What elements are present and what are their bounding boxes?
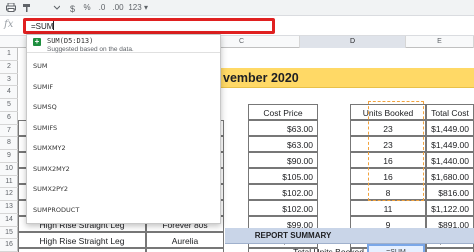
row-header-8[interactable]: 8 bbox=[0, 137, 18, 150]
chevron-down-icon[interactable]: ▾ bbox=[142, 1, 150, 14]
cell-name[interactable]: High Rise Straight Leg bbox=[18, 232, 146, 248]
print-icon[interactable] bbox=[4, 1, 18, 14]
suggestion-note: Suggested based on the data. bbox=[47, 46, 134, 53]
increase-decimal-button[interactable]: .00 bbox=[110, 1, 126, 14]
report-summary-title: REPORT SUMMARY bbox=[254, 231, 332, 240]
cell-total[interactable]: $840.00 bbox=[426, 248, 474, 252]
cell-cost[interactable]: $102.00 bbox=[248, 184, 318, 200]
toolbar: $ % .0 .00 123 ▾ bbox=[0, 0, 474, 16]
row-header-3[interactable]: 3 bbox=[0, 74, 18, 87]
row-header-14[interactable]: 14 bbox=[0, 214, 18, 227]
cell-cost[interactable]: $90.00 bbox=[248, 152, 318, 168]
row-headers: 1 2 3 4 5 6 7 8 9 10 11 12 13 14 15 16 bbox=[0, 48, 18, 252]
cell-total[interactable]: $1,449.00 bbox=[426, 120, 474, 136]
sheet-title: vember 2020 bbox=[223, 71, 299, 85]
row-header-6[interactable]: 6 bbox=[0, 112, 18, 125]
suggested-formula-option[interactable]: + SUM(D5:D13) Suggested based on the dat… bbox=[27, 35, 220, 53]
svg-text:$: $ bbox=[70, 4, 75, 13]
column-header-e[interactable]: E bbox=[406, 36, 474, 48]
row-header-13[interactable]: 13 bbox=[0, 201, 18, 214]
formula-bar: fx =SUM bbox=[0, 16, 474, 36]
function-option-sumx2my2[interactable]: SUMX2MY2 bbox=[33, 165, 70, 173]
zoom-dropdown[interactable] bbox=[36, 1, 64, 14]
formula-suggestion-dropdown: + SUM(D5:D13) Suggested based on the dat… bbox=[26, 34, 221, 224]
function-option-sumsq[interactable]: SUMSQ bbox=[33, 103, 57, 111]
formula-input[interactable]: =SUM bbox=[23, 18, 275, 34]
total-units-cell[interactable]: =SUM bbox=[367, 244, 425, 252]
percent-format-button[interactable]: % bbox=[82, 1, 92, 14]
currency-format-button[interactable]: $ bbox=[68, 1, 78, 14]
suggested-formula: SUM(D5:D13) bbox=[47, 37, 94, 45]
title-band: vember 2020 bbox=[209, 68, 474, 88]
decrease-decimal-button[interactable]: .0 bbox=[96, 1, 108, 14]
total-units-label: Total Units Booked bbox=[293, 247, 364, 252]
function-option-sumif[interactable]: SUMIF bbox=[33, 83, 53, 91]
fx-icon: fx bbox=[4, 19, 14, 30]
row-header-5[interactable]: 5 bbox=[0, 99, 18, 112]
cell-total[interactable]: $1,680.00 bbox=[426, 168, 474, 184]
cell-cost[interactable]: $102.00 bbox=[248, 200, 318, 216]
row-header-1[interactable]: 1 bbox=[0, 48, 18, 61]
cell-color[interactable]: Arabella bbox=[146, 248, 224, 252]
suggestion-plus-icon: + bbox=[33, 37, 41, 46]
row-header-9[interactable]: 9 bbox=[0, 150, 18, 163]
row-header-7[interactable]: 7 bbox=[0, 125, 18, 138]
function-option-sumifs[interactable]: SUMIFS bbox=[33, 124, 57, 132]
suggested-range-highlight bbox=[368, 101, 424, 201]
function-option-sum[interactable]: SUM bbox=[33, 62, 48, 70]
row-header-12[interactable]: 12 bbox=[0, 188, 18, 201]
function-option-sumxmy2[interactable]: SUMXMY2 bbox=[33, 144, 66, 152]
row-header-16[interactable]: 16 bbox=[0, 239, 18, 252]
number-format-button[interactable]: 123 bbox=[128, 1, 142, 14]
column-header-d[interactable]: D bbox=[300, 36, 406, 48]
cell-name[interactable]: High Rise Flare bbox=[18, 248, 146, 252]
cell-cost[interactable]: $63.00 bbox=[248, 136, 318, 152]
header-cost-price[interactable]: Cost Price bbox=[248, 104, 318, 120]
cell-cost[interactable]: $63.00 bbox=[248, 120, 318, 136]
row-header-2[interactable]: 2 bbox=[0, 61, 18, 74]
cell-units[interactable]: 11 bbox=[350, 200, 426, 216]
row-header-15[interactable]: 15 bbox=[0, 227, 18, 240]
cell-total[interactable]: $1,122.00 bbox=[426, 200, 474, 216]
function-option-sumproduct[interactable]: SUMPRODUCT bbox=[33, 206, 79, 214]
text-caret bbox=[53, 21, 55, 30]
cell-total[interactable]: $1,449.00 bbox=[426, 136, 474, 152]
row-header-4[interactable]: 4 bbox=[0, 86, 18, 99]
header-total-cost[interactable]: Total Cost bbox=[426, 104, 474, 120]
cell-total[interactable]: $1,440.00 bbox=[426, 152, 474, 168]
row-header-10[interactable]: 10 bbox=[0, 163, 18, 176]
paint-format-icon[interactable] bbox=[20, 1, 34, 14]
cell-color[interactable]: Aurelia bbox=[146, 232, 224, 248]
formula-text: =SUM bbox=[31, 22, 54, 31]
cell-cost[interactable]: $105.00 bbox=[248, 168, 318, 184]
cell-total[interactable]: $816.00 bbox=[426, 184, 474, 200]
function-option-sumx2py2[interactable]: SUMX2PY2 bbox=[33, 185, 68, 193]
row-header-11[interactable]: 11 bbox=[0, 176, 18, 189]
